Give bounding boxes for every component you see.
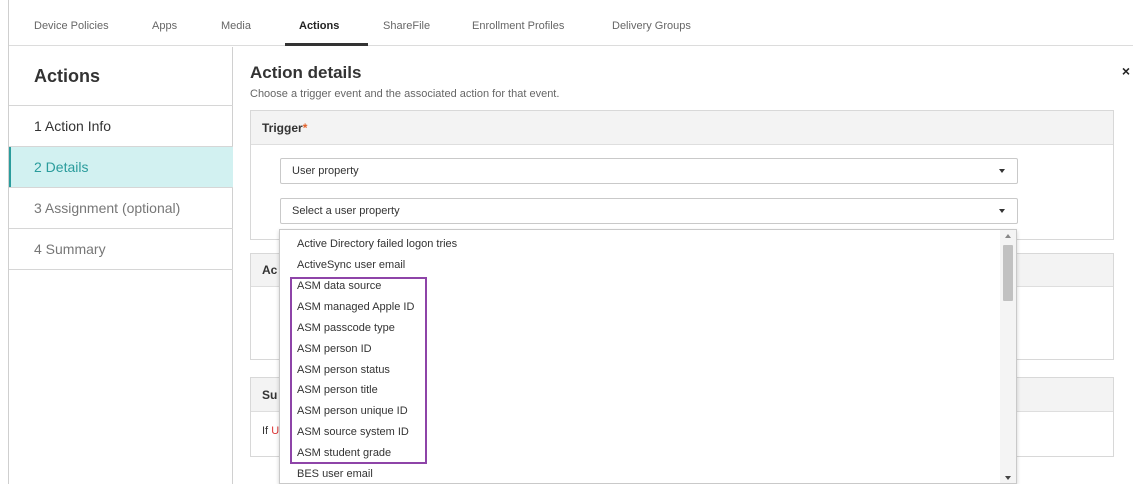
dropdown-option[interactable]: Active Directory failed logon tries [297, 238, 457, 250]
summary-if-mark: U [271, 425, 280, 437]
tab-enrollment-profiles[interactable]: Enrollment Profiles [472, 20, 564, 32]
trigger-type-value: User property [292, 165, 359, 177]
top-nav: Device Policies Apps Media Actions Share… [9, 0, 1133, 46]
user-property-dropdown[interactable]: Active Directory failed logon tries Acti… [279, 229, 1017, 484]
scrollbar-thumb[interactable] [1003, 245, 1013, 301]
dropdown-option[interactable]: ASM source system ID [297, 426, 409, 438]
step-assignment[interactable]: 3 Assignment (optional) [9, 188, 233, 228]
step-details[interactable]: 2 Details [9, 147, 233, 187]
dropdown-option[interactable]: ASM passcode type [297, 322, 395, 334]
scroll-down-arrow-icon[interactable] [1005, 476, 1011, 480]
tab-device-policies[interactable]: Device Policies [34, 20, 109, 32]
sidebar-divider [9, 269, 233, 270]
chevron-down-icon [999, 169, 1005, 173]
summary-if: If [262, 425, 269, 437]
dropdown-option[interactable]: ASM person title [297, 384, 378, 396]
trigger-header: Trigger* [251, 111, 1113, 145]
dropdown-option[interactable]: ActiveSync user email [297, 259, 405, 271]
action-label: Ac [262, 263, 278, 277]
summary-text: If U [262, 425, 279, 437]
tab-actions[interactable]: Actions [299, 20, 339, 32]
page-subtitle: Choose a trigger event and the associate… [250, 88, 560, 100]
dropdown-option[interactable]: ASM student grade [297, 447, 391, 459]
chevron-down-icon [999, 209, 1005, 213]
summary-label: Su [262, 388, 278, 402]
tab-media[interactable]: Media [221, 20, 251, 32]
required-mark: * [302, 121, 308, 135]
active-tab-indicator [285, 43, 368, 46]
dropdown-scrollbar[interactable] [1000, 230, 1016, 483]
tab-apps[interactable]: Apps [152, 20, 177, 32]
dropdown-option[interactable]: ASM data source [297, 280, 381, 292]
tab-delivery-groups[interactable]: Delivery Groups [612, 20, 691, 32]
sidebar-title: Actions [34, 66, 101, 86]
step-summary[interactable]: 4 Summary [9, 229, 233, 269]
page-title: Action details [250, 63, 362, 82]
user-property-select[interactable]: Select a user property [280, 198, 1018, 224]
trigger-type-select[interactable]: User property [280, 158, 1018, 184]
trigger-label: Trigger [262, 121, 303, 135]
dropdown-option[interactable]: ASM person ID [297, 343, 372, 355]
wizard-sidebar: Actions 1 Action Info 2 Details 3 Assign… [9, 47, 233, 484]
dropdown-option[interactable]: ASM person status [297, 364, 390, 376]
user-property-placeholder: Select a user property [292, 205, 400, 217]
step-action-info[interactable]: 1 Action Info [9, 106, 233, 146]
tab-sharefile[interactable]: ShareFile [383, 20, 430, 32]
dropdown-option[interactable]: BES user email [297, 468, 373, 480]
dropdown-option[interactable]: ASM managed Apple ID [297, 301, 414, 313]
close-icon[interactable]: × [1122, 63, 1130, 79]
dropdown-option[interactable]: ASM person unique ID [297, 405, 408, 417]
trigger-card: Trigger* User property Select a user pro… [250, 110, 1114, 240]
scroll-up-arrow-icon[interactable] [1005, 234, 1011, 238]
